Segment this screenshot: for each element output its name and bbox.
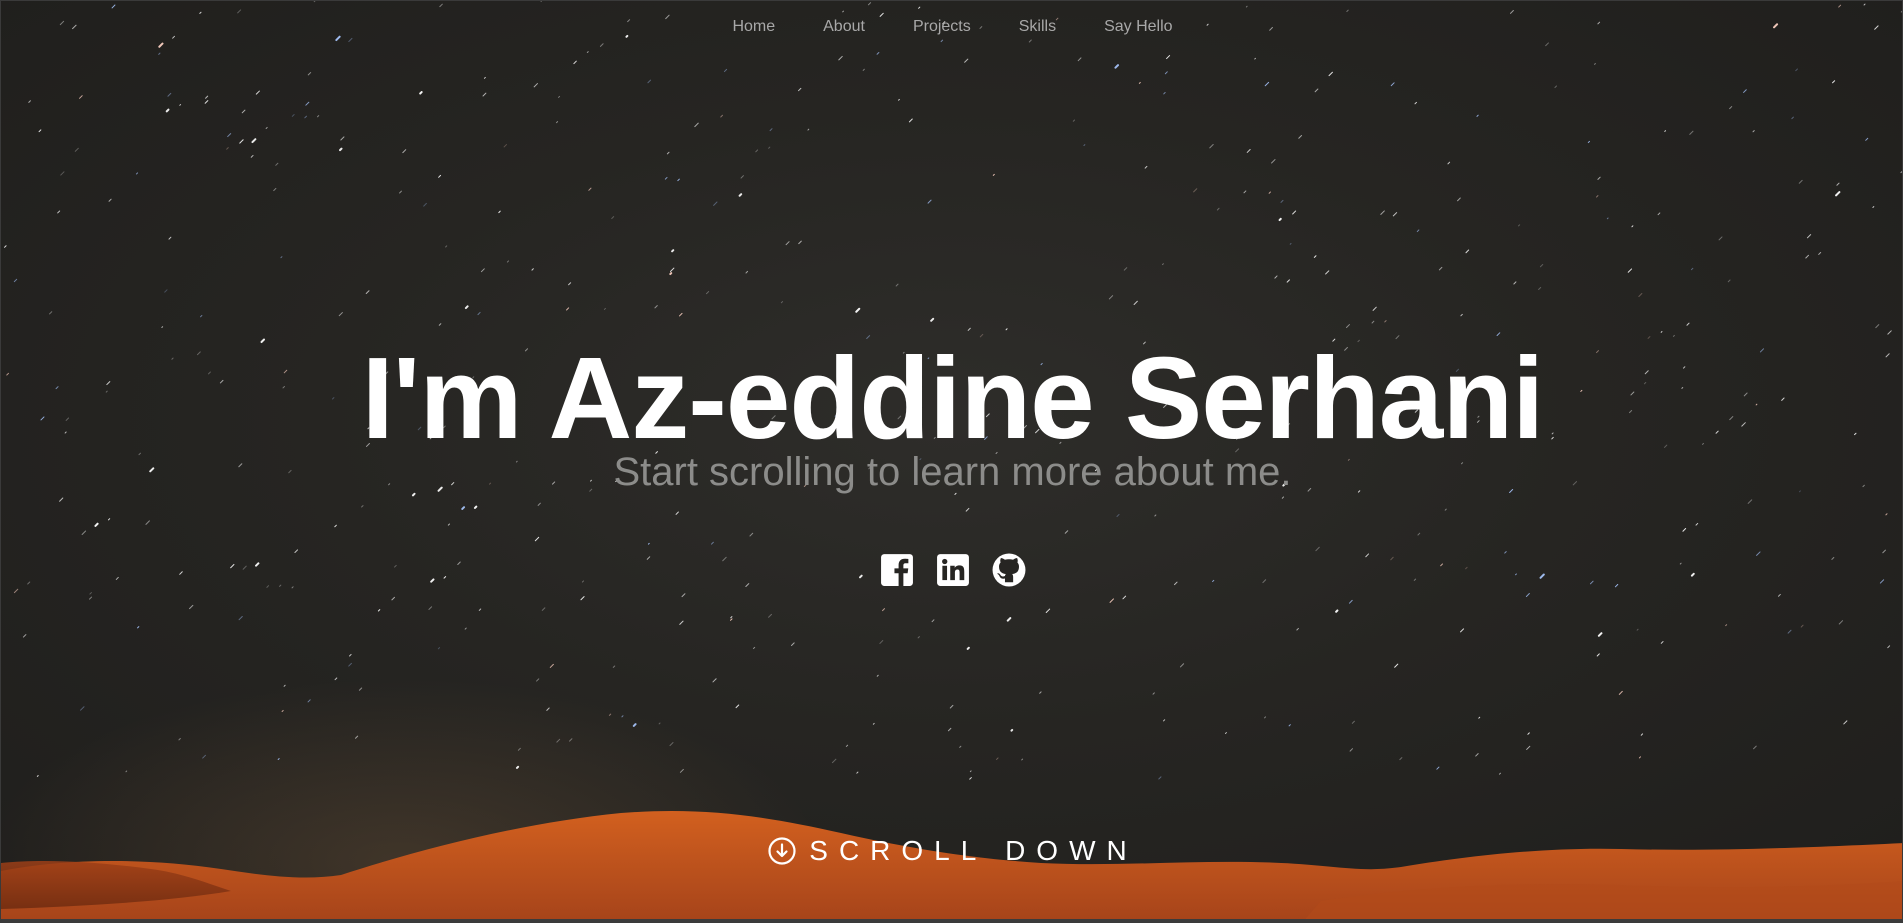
nav-item-about[interactable]: About: [799, 17, 889, 37]
hero-section: Home About Projects Skills Say Hello I'm…: [0, 0, 1903, 923]
scroll-down-button[interactable]: SCROLL DOWN: [1, 834, 1902, 868]
hero-subheadline: Start scrolling to learn more about me.: [613, 450, 1292, 494]
linkedin-icon: [936, 554, 969, 586]
nav-item-skills[interactable]: Skills: [995, 17, 1080, 37]
scroll-down-label: SCROLL DOWN: [809, 835, 1138, 866]
main-nav: Home About Projects Skills Say Hello: [1, 17, 1902, 37]
facebook-icon: [880, 554, 913, 586]
page-bottom-edge: [1, 919, 1902, 922]
nav-item-projects[interactable]: Projects: [889, 17, 995, 37]
arrow-down-circle-icon: [767, 836, 797, 866]
linkedin-link[interactable]: [936, 553, 970, 587]
hero-headline: I'm Az-eddine Serhani: [361, 333, 1545, 463]
nav-item-home[interactable]: Home: [708, 17, 799, 37]
github-icon: [992, 553, 1025, 587]
social-links: [1, 553, 1902, 587]
nav-item-say-hello[interactable]: Say Hello: [1080, 17, 1196, 37]
facebook-link[interactable]: [880, 553, 914, 587]
github-link[interactable]: [992, 553, 1026, 587]
